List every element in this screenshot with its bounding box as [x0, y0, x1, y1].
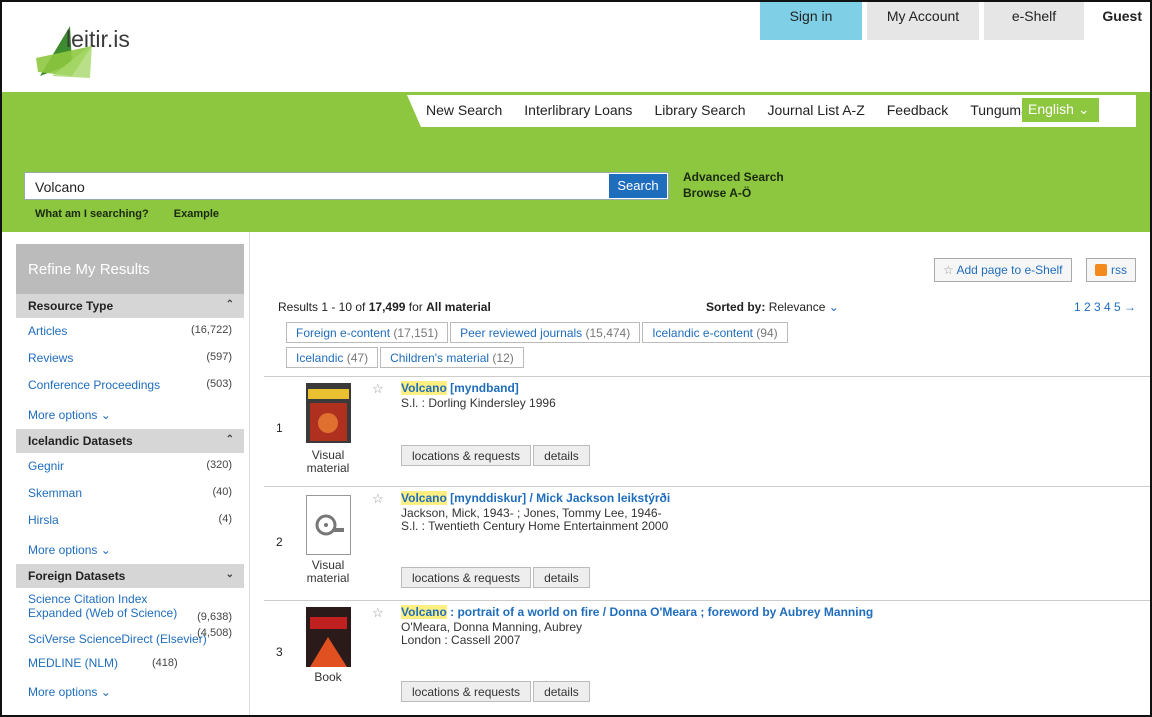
facet-resource-type[interactable]: Resource Type ⌃	[16, 294, 244, 318]
page-frame: leitir.is Sign in My Account e-Shelf Gue…	[0, 0, 1152, 717]
result-type: Visual material	[306, 558, 350, 585]
search-input[interactable]: Volcano	[24, 172, 669, 200]
result-title[interactable]: Volcano : portrait of a world on fire / …	[401, 605, 873, 619]
chip-childrens-material[interactable]: Children's material (12)	[380, 347, 524, 368]
result-meta: O'Meara, Donna Manning, Aubrey London : C…	[401, 620, 583, 647]
details-button[interactable]: details	[533, 445, 590, 466]
eshelf-button[interactable]: e-Shelf	[984, 2, 1084, 40]
locations-requests-button[interactable]: locations & requests	[401, 681, 532, 702]
filter-chips: Foreign e-content (17,151) Peer reviewed …	[286, 322, 886, 372]
results-summary: Results 1 - 10 of 17,499 for All materia…	[278, 300, 491, 314]
facet-item-medline[interactable]: MEDLINE (NLM) (418)	[16, 650, 244, 676]
more-options-link[interactable]: More options ⌄	[16, 534, 244, 564]
divider	[249, 232, 250, 715]
chip-peer-reviewed[interactable]: Peer reviewed journals (15,474)	[450, 322, 641, 343]
expand-icon: ⌄	[225, 569, 234, 580]
language-value: English	[1028, 101, 1074, 117]
result-title[interactable]: Volcano [mynddiskur] / Mick Jackson leik…	[401, 491, 670, 505]
result-item: 3 Book ☆ Volcano : portrait of a world o…	[264, 600, 1150, 714]
facet-item-sciencedirect[interactable]: SciVerse ScienceDirect (Elsevier) (4,508)	[16, 627, 244, 650]
search-button[interactable]: Search	[609, 174, 667, 198]
collapse-icon: ⌃	[225, 299, 234, 310]
cover-thumbnail-icon[interactable]	[306, 383, 351, 443]
result-title[interactable]: Volcano [myndband]	[401, 381, 519, 395]
search-input-value: Volcano	[35, 179, 85, 195]
result-item: 1 Visual material ☆ Volcano [myndband] S…	[264, 376, 1150, 486]
facet-item-reviews[interactable]: Reviews (597)	[16, 345, 244, 372]
result-type: Book	[314, 670, 342, 684]
chevron-down-icon: ⌄	[100, 685, 111, 699]
nav-feedback[interactable]: Feedback	[887, 102, 948, 118]
chip-icelandic-e-content[interactable]: Icelandic e-content (94)	[642, 322, 788, 343]
result-number: 2	[276, 535, 283, 549]
star-icon[interactable]: ☆	[372, 491, 384, 507]
example-link[interactable]: Example	[174, 208, 219, 220]
book-cover-icon[interactable]	[306, 607, 351, 667]
facet-title: Foreign Datasets	[28, 569, 126, 583]
result-item: 2 Visual material ☆ Volcano [mynddiskur]…	[264, 486, 1150, 600]
sign-in-button[interactable]: Sign in	[760, 2, 862, 40]
add-page-eshelf-button[interactable]: ☆ Add page to e-Shelf	[934, 258, 1072, 282]
chevron-down-icon: ⌄	[100, 543, 111, 557]
chip-foreign-e-content[interactable]: Foreign e-content (17,151)	[286, 322, 449, 343]
facet-item-skemman[interactable]: Skemman (40)	[16, 480, 244, 507]
browse-link[interactable]: Browse A-Ö	[683, 185, 784, 201]
film-reel-icon[interactable]	[306, 495, 351, 555]
facet-foreign-datasets[interactable]: Foreign Datasets ⌄	[16, 564, 244, 588]
nav-journal-list[interactable]: Journal List A-Z	[767, 102, 864, 118]
facet-icelandic-datasets[interactable]: Icelandic Datasets ⌃	[16, 429, 244, 453]
facet-item-gegnir[interactable]: Gegnir (320)	[16, 453, 244, 480]
facet-item-hirsla[interactable]: Hirsla (4)	[16, 507, 244, 534]
more-options-link[interactable]: More options ⌄	[16, 399, 244, 429]
locations-requests-button[interactable]: locations & requests	[401, 567, 532, 588]
what-am-i-searching-link[interactable]: What am I searching?	[35, 208, 149, 220]
search-links: Advanced Search Browse A-Ö	[683, 169, 784, 201]
rss-icon	[1095, 264, 1107, 276]
star-icon[interactable]: ☆	[372, 605, 384, 621]
account-bar: Sign in My Account e-Shelf Guest	[760, 2, 1150, 40]
facet-title: Resource Type	[28, 299, 114, 313]
result-meta: Jackson, Mick, 1943- ; Jones, Tommy Lee,…	[401, 506, 669, 533]
facet-item-conference-proceedings[interactable]: Conference Proceedings (503)	[16, 372, 244, 399]
top-bar: leitir.is Sign in My Account e-Shelf Gue…	[2, 2, 1150, 92]
result-actions: locations & requests details	[401, 681, 592, 702]
chevron-down-icon: ⌄	[828, 300, 839, 314]
nav-interlibrary-loans[interactable]: Interlibrary Loans	[524, 102, 632, 118]
collapse-icon: ⌃	[225, 434, 234, 445]
result-actions: locations & requests details	[401, 445, 592, 466]
star-icon: ☆	[943, 263, 954, 277]
sort-control[interactable]: Sorted by: Relevance ⌄	[706, 300, 839, 314]
result-number: 1	[276, 421, 283, 435]
my-account-button[interactable]: My Account	[867, 2, 979, 40]
locations-requests-button[interactable]: locations & requests	[401, 445, 532, 466]
result-type: Visual material	[306, 448, 350, 475]
nav-library-search[interactable]: Library Search	[654, 102, 745, 118]
refine-sidebar: Refine My Results Resource Type ⌃ Articl…	[16, 244, 244, 715]
result-actions: locations & requests details	[401, 567, 592, 588]
facet-item-articles[interactable]: Articles (16,722)	[16, 318, 244, 345]
chip-icelandic[interactable]: Icelandic (47)	[286, 347, 379, 368]
guest-label: Guest	[1084, 2, 1150, 40]
star-icon[interactable]: ☆	[372, 381, 384, 397]
advanced-search-link[interactable]: Advanced Search	[683, 169, 784, 185]
search-hints: What am I searching? Example	[35, 208, 241, 220]
sidebar-title: Refine My Results	[16, 244, 244, 294]
facet-title: Icelandic Datasets	[28, 434, 133, 448]
more-options-link[interactable]: More options ⌄	[16, 676, 244, 706]
facet-item-web-of-science[interactable]: Science Citation Index Expanded (Web of …	[16, 588, 244, 628]
details-button[interactable]: details	[533, 681, 590, 702]
result-number: 3	[276, 645, 283, 659]
language-select[interactable]: English ⌄	[1022, 98, 1099, 122]
details-button[interactable]: details	[533, 567, 590, 588]
main-nav: New Search Interlibrary Loans Library Se…	[426, 102, 1040, 118]
pagination[interactable]: 1 2 3 4 5 →	[1074, 300, 1136, 314]
logo-text: leitir.is	[66, 26, 130, 52]
nav-new-search[interactable]: New Search	[426, 102, 502, 118]
rss-button[interactable]: rss	[1086, 258, 1136, 282]
result-meta: S.l. : Dorling Kindersley 1996	[401, 396, 556, 410]
chevron-down-icon: ⌄	[100, 408, 111, 422]
chevron-down-icon: ⌄	[1077, 101, 1090, 117]
